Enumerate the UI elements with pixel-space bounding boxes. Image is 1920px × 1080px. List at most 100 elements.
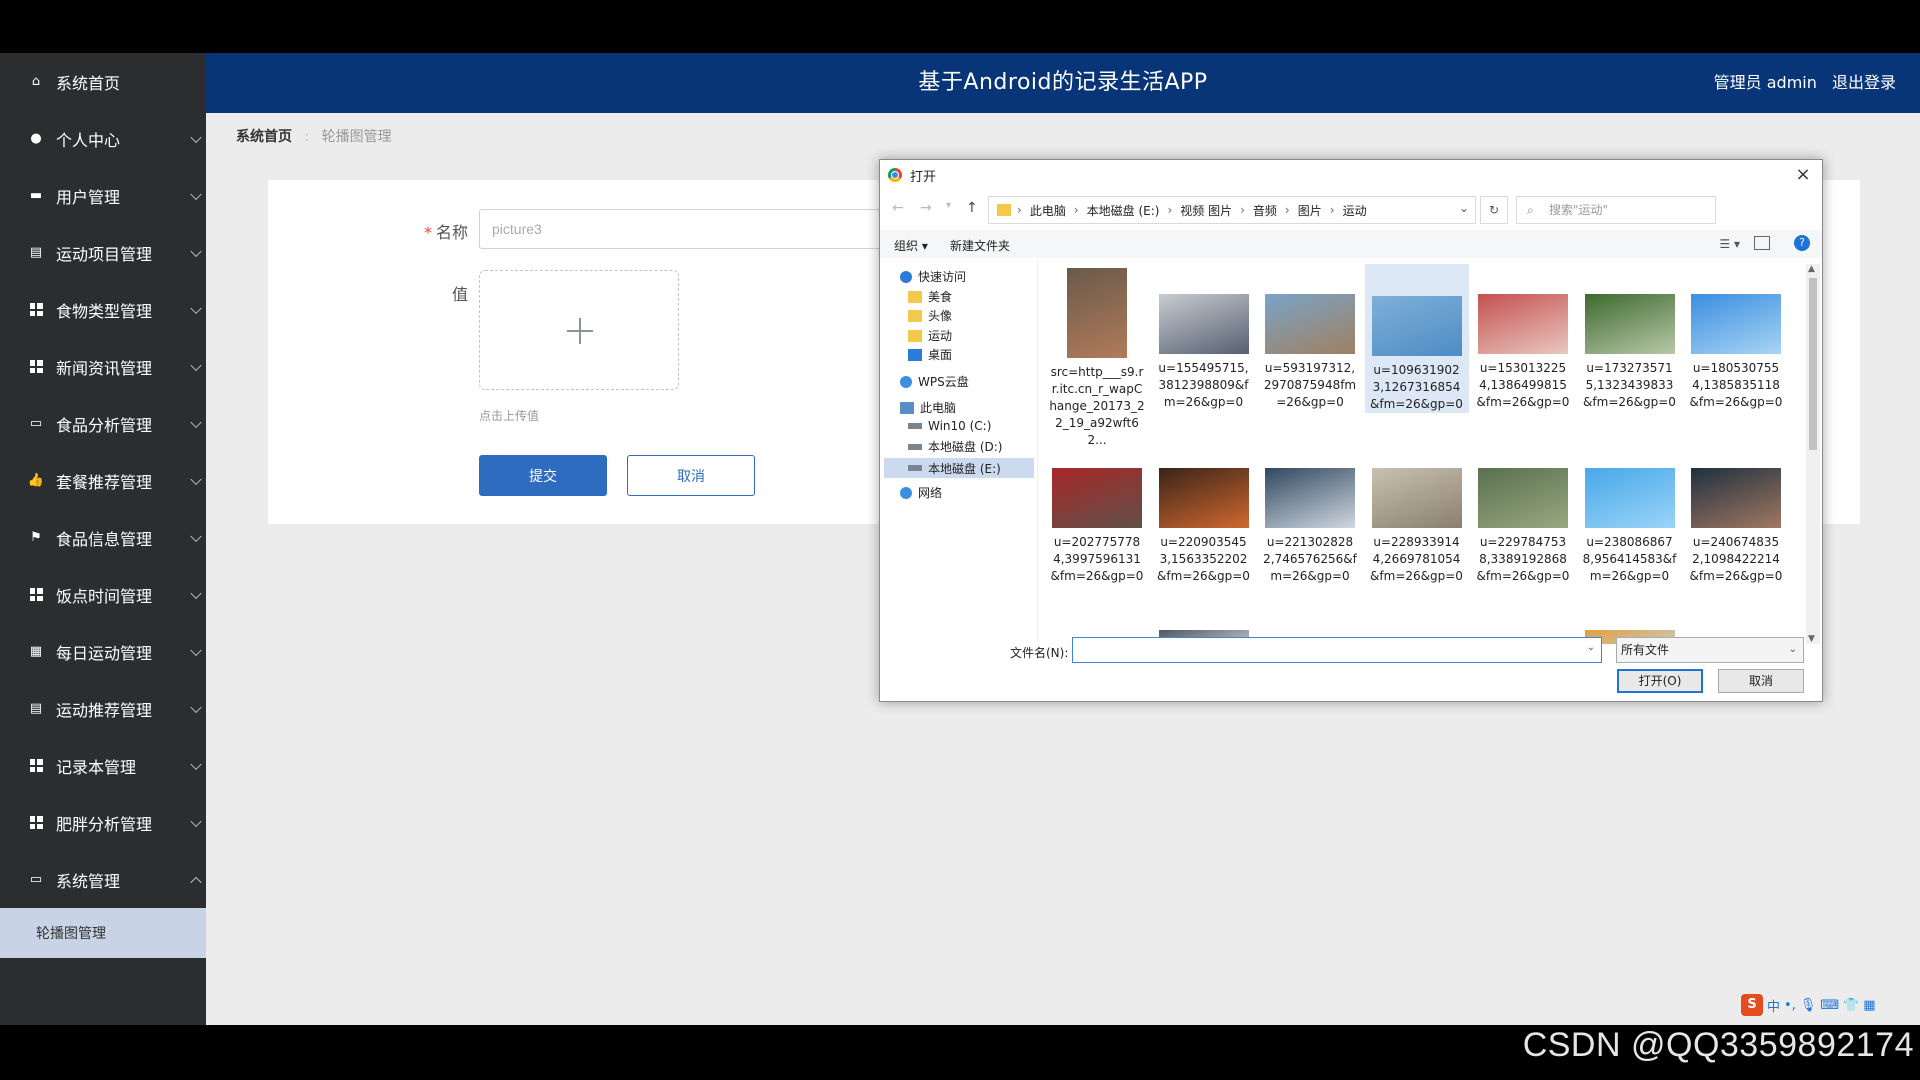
scroll-down-icon[interactable]: ▼ [1808, 634, 1815, 644]
sidebar-item-0[interactable]: ⌂ 系统首页 [0, 53, 206, 110]
chevron-down-icon[interactable]: ⌄ [1789, 638, 1797, 662]
file-item[interactable]: u=2213028282,746576256&fm=26&gp=0 [1258, 438, 1362, 585]
preview-pane-icon[interactable] [1754, 236, 1770, 250]
new-folder-button[interactable]: 新建文件夹 [950, 237, 1010, 254]
file-item[interactable]: u=2297847538,3389192868&fm=26&gp=0 [1471, 438, 1575, 585]
sidebar-item-13[interactable]: 肥胖分析管理 [0, 794, 206, 851]
path-segment[interactable]: 本地磁盘 (E:) [1087, 202, 1160, 219]
nav-item[interactable]: Win10 (C:) [908, 419, 991, 433]
logout-link[interactable]: 退出登录 [1832, 73, 1896, 92]
image-thumbnail [1052, 468, 1142, 528]
shirt-icon[interactable]: 👕 [1843, 998, 1859, 1013]
name-input[interactable]: picture3 [479, 209, 889, 249]
view-options-icon[interactable]: ☰ ▾ [1719, 237, 1740, 251]
vertical-scrollbar[interactable]: ▲ ▼ [1806, 264, 1820, 644]
chevron-down-icon [190, 302, 202, 314]
sidebar-item-2[interactable]: ▬ 用户管理 [0, 167, 206, 224]
back-arrow-icon[interactable]: ← [892, 200, 904, 216]
file-item[interactable]: u=2406748352,1098422214&fm=26&gp=0 [1684, 438, 1788, 585]
file-item[interactable]: u=1096319023,1267316854&fm=26&gp=0 [1364, 264, 1469, 413]
admin-label: 管理员 admin [1713, 73, 1817, 92]
nav-item[interactable]: 头像 [908, 307, 952, 324]
nav-item[interactable]: WPS云盘 [900, 373, 969, 390]
sidebar-item-label: 运动项目管理 [56, 244, 153, 264]
navigation-pane: 快速访问美食头像运动桌面 WPS云盘此电脑 Win10 (C:) 本地磁盘 (D:) 本… [880, 260, 1038, 640]
close-icon[interactable]: × [1792, 164, 1814, 186]
dialog-cancel-button[interactable]: 取消 [1718, 669, 1804, 693]
search-input[interactable]: ⌕ 搜索"运动" [1516, 196, 1716, 224]
address-row: ← → ▾ ↑ › 此电脑 › 本地磁盘 (E:) › 视频 图片 › 音频 › 图片 › 运动 ⌄ … [880, 194, 1822, 226]
path-segment[interactable]: 视频 图片 [1180, 202, 1232, 219]
path-segment[interactable]: 此电脑 [1030, 202, 1066, 219]
path-segment[interactable]: 图片 [1298, 202, 1322, 219]
chinese-mode-icon[interactable]: 中 [1767, 996, 1780, 1015]
nav-item[interactable]: 此电脑 [900, 399, 956, 416]
nav-item[interactable]: 本地磁盘 (D:) [908, 438, 1002, 455]
breadcrumb-home[interactable]: 系统首页 [236, 129, 292, 145]
nav-item-label: 快速访问 [918, 270, 967, 284]
nav-item[interactable]: 网络 [900, 484, 942, 501]
scrollbar-thumb[interactable] [1809, 278, 1817, 450]
chevron-down-icon[interactable]: ⌄ [1587, 642, 1595, 653]
sidebar-item-3[interactable]: ▤ 运动项目管理 [0, 224, 206, 281]
nav-item[interactable]: 快速访问 [900, 268, 966, 285]
nav-item[interactable]: 运动 [908, 327, 952, 344]
file-item[interactable]: u=2027757784,3997596131&fm=26&gp=0 [1045, 438, 1149, 585]
file-item[interactable]: u=2380868678,956414583&fm=26&gp=0 [1578, 438, 1682, 585]
punctuation-icon[interactable]: •, [1784, 998, 1796, 1013]
filename-input[interactable]: ⌄ [1072, 637, 1602, 663]
nav-item[interactable]: 本地磁盘 (E:) [884, 458, 1034, 478]
file-item[interactable]: u=2209035453,1563352202&fm=26&gp=0 [1152, 438, 1256, 585]
sidebar-item-5[interactable]: 新闻资讯管理 [0, 338, 206, 395]
sidebar-item-4[interactable]: 食物类型管理 [0, 281, 206, 338]
sogou-icon[interactable]: S [1741, 994, 1763, 1016]
file-item[interactable]: u=593197312,2970875948fm=26&gp=0 [1258, 264, 1362, 411]
nav-item-label: 本地磁盘 (D:) [928, 440, 1003, 454]
sidebar-item-8[interactable]: ⚑ 食品信息管理 [0, 509, 206, 566]
file-item[interactable]: u=1732735715,1323439833&fm=26&gp=0 [1578, 264, 1682, 411]
file-item[interactable]: u=2289339144,2669781054&fm=26&gp=0 [1365, 438, 1469, 585]
path-segment[interactable]: 运动 [1343, 202, 1367, 219]
nav-item[interactable]: 美食 [908, 288, 952, 305]
image-thumbnail [1691, 468, 1781, 528]
filetype-select[interactable]: 所有文件 ⌄ [1616, 637, 1804, 663]
nav-item-label: 头像 [928, 309, 953, 323]
submit-button[interactable]: 提交 [479, 455, 607, 496]
keyboard-icon[interactable]: ⌨ [1820, 998, 1839, 1013]
recent-dropdown-icon[interactable]: ▾ [946, 200, 951, 211]
submenu-item-carousel[interactable]: 轮播图管理 [0, 908, 206, 958]
image-upload-box[interactable] [479, 270, 679, 390]
sidebar-item-11[interactable]: ▤ 运动推荐管理 [0, 680, 206, 737]
sidebar-item-7[interactable]: 👍 套餐推荐管理 [0, 452, 206, 509]
sidebar-item-12[interactable]: 记录本管理 [0, 737, 206, 794]
file-item[interactable]: u=155495715,3812398809&fm=26&gp=0 [1152, 264, 1256, 411]
chevron-down-icon [190, 245, 202, 257]
help-icon[interactable]: ? [1794, 235, 1810, 251]
image-thumbnail [1067, 268, 1127, 358]
mic-icon[interactable]: 🎙 [1800, 998, 1817, 1013]
forward-arrow-icon[interactable]: → [920, 200, 932, 216]
file-item[interactable]: u=1530132254,1386499815&fm=26&gp=0 [1471, 264, 1575, 411]
refresh-icon[interactable]: ↻ [1480, 196, 1508, 224]
nav-item[interactable]: 桌面 [908, 346, 952, 363]
sidebar-item-9[interactable]: 饭点时间管理 [0, 566, 206, 623]
file-item[interactable]: src=http___s9.rr.itc.cn_r_wapChange_2017… [1045, 264, 1149, 449]
folder-icon [908, 309, 922, 322]
scroll-up-icon[interactable]: ▲ [1808, 264, 1815, 274]
open-button[interactable]: 打开(O) [1617, 669, 1703, 693]
up-arrow-icon[interactable]: ↑ [966, 200, 978, 216]
sidebar-item-10[interactable]: ▦ 每日运动管理 [0, 623, 206, 680]
cancel-button[interactable]: 取消 [627, 455, 755, 496]
file-name: u=2289339144,2669781054&fm=26&gp=0 [1370, 535, 1463, 583]
address-bar[interactable]: › 此电脑 › 本地磁盘 (E:) › 视频 图片 › 音频 › 图片 › 运动 ⌄ [988, 196, 1476, 224]
chevron-down-icon[interactable]: ⌄ [1459, 201, 1469, 215]
path-chevron-icon: › [1073, 203, 1079, 217]
organize-menu[interactable]: 组织 ▾ [894, 237, 928, 254]
grid-icon [28, 302, 44, 318]
grid-icon[interactable]: ▦ [1863, 998, 1875, 1013]
sidebar-item-6[interactable]: ▭ 食品分析管理 [0, 395, 206, 452]
path-segment[interactable]: 音频 [1253, 202, 1277, 219]
file-item[interactable]: u=1805307554,1385835118&fm=26&gp=0 [1684, 264, 1788, 411]
sidebar-item-1[interactable]: ● 个人中心 [0, 110, 206, 167]
sidebar-item-14[interactable]: ▭ 系统管理 [0, 851, 206, 908]
